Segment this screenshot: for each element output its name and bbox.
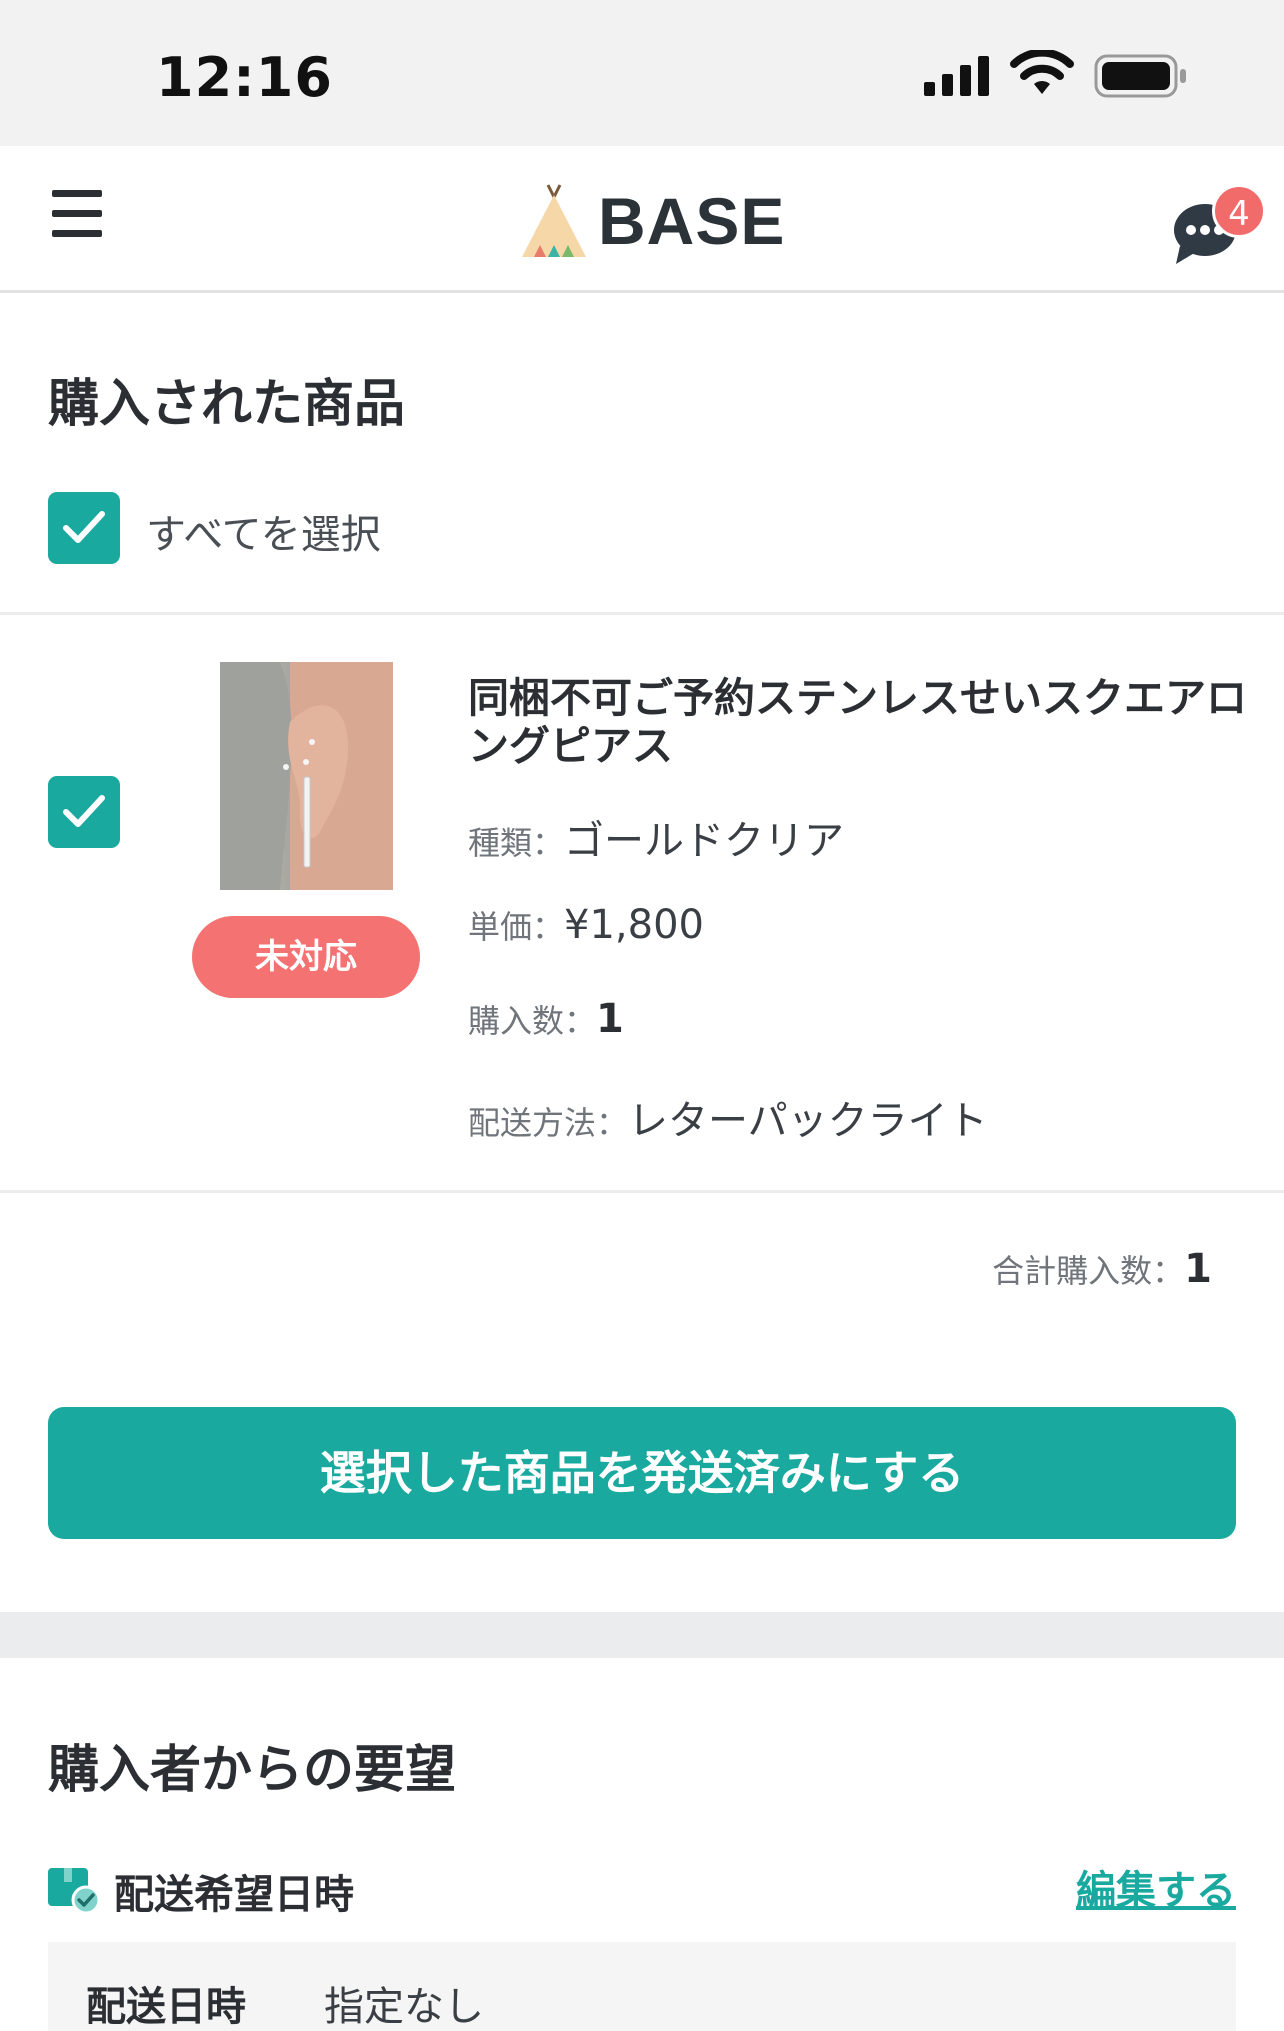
battery-icon — [1094, 54, 1186, 98]
section-title-purchased: 購入された商品 — [48, 375, 406, 434]
total-quantity-label: 合計購入数： — [992, 1252, 1185, 1290]
variation-label: 種類： — [468, 824, 565, 862]
chat-button[interactable]: 4 — [1172, 184, 1266, 270]
brand-logo[interactable]: BASE — [520, 176, 785, 266]
wifi-icon — [1010, 50, 1074, 94]
order-status-badge: 未対応 — [192, 916, 420, 998]
edit-link[interactable]: 編集する — [1076, 1858, 1236, 1916]
section-separator — [0, 1612, 1284, 1658]
select-all-checkbox[interactable] — [48, 492, 120, 564]
teepee-logo-icon — [522, 184, 586, 257]
delivery-box-icon — [48, 1868, 100, 1914]
check-icon — [63, 795, 105, 827]
delivery-date-value: 指定なし — [324, 1984, 484, 2030]
section-title-request: 購入者からの要望 — [48, 1741, 457, 1800]
product-image[interactable] — [220, 662, 393, 890]
variation-value: ゴールドクリア — [564, 818, 845, 864]
app-header: BASE 4 — [0, 146, 1284, 293]
mark-shipped-button[interactable]: 選択した商品を発送済みにする — [48, 1407, 1236, 1539]
status-time: 12:16 — [156, 46, 333, 109]
hamburger-menu-icon[interactable] — [52, 190, 102, 238]
quantity-value: 1 — [596, 996, 624, 1042]
total-quantity-value: 1 — [1184, 1246, 1212, 1292]
check-icon — [63, 511, 105, 543]
product-name[interactable]: 同梱不可ご予約ステンレスせいスクエアロングピアス — [468, 674, 1248, 770]
variation-row: 種類：ゴールドクリア — [468, 808, 844, 866]
unit-price-row: 単価：¥1,800 — [468, 902, 704, 948]
unit-price-value: ¥1,800 — [564, 902, 704, 948]
delivery-date-label: 配送日時 — [86, 1984, 246, 2030]
unit-price-label: 単価： — [468, 908, 565, 946]
status-bar: 12:16 — [0, 0, 1284, 146]
select-all-label: すべてを選択 — [146, 512, 381, 558]
quantity-label: 購入数： — [468, 1002, 597, 1040]
shipping-method-label: 配送方法： — [468, 1104, 629, 1142]
divider — [0, 1190, 1284, 1193]
shipping-method-row: 配送方法：レターパックライト — [468, 1088, 988, 1146]
shipping-method-value: レターパックライト — [628, 1098, 988, 1144]
divider — [0, 612, 1284, 615]
quantity-row: 購入数：1 — [468, 996, 624, 1042]
delivery-heading: 配送希望日時 — [114, 1872, 354, 1918]
notification-badge: 4 — [1212, 184, 1266, 238]
brand-name: BASE — [598, 184, 786, 258]
item-checkbox[interactable] — [48, 776, 120, 848]
cellular-signal-icon — [924, 56, 989, 96]
total-quantity-row: 合計購入数：1 — [992, 1246, 1212, 1292]
delivery-date-box: 配送日時 指定なし — [48, 1942, 1236, 2031]
